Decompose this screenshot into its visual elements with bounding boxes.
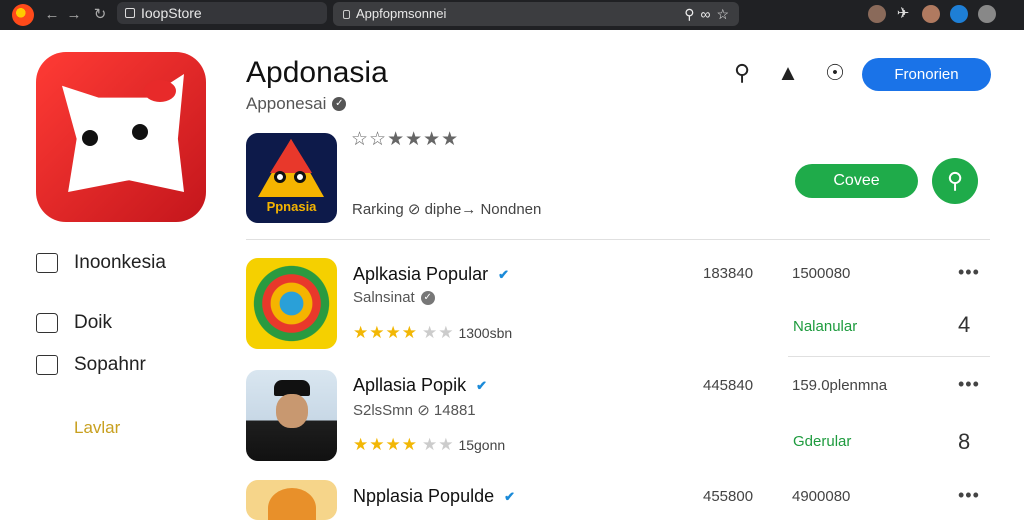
reload-icon[interactable]: ↻ [90,5,110,25]
arrow-box-icon [36,355,58,375]
divider [788,356,990,357]
featured-icon-label: Ppnasia [266,199,317,214]
lock-icon [343,9,350,19]
stat-downloads: 455800 [703,488,754,505]
extension-avatar-icon[interactable] [922,5,940,23]
forward-icon[interactable]: → [64,5,84,25]
face-shape [276,394,308,428]
tab-title: IoopStore [141,5,202,21]
more-options-icon[interactable]: ••• [958,262,980,283]
star-rating-filled: ★★★★ [353,435,418,454]
star-rating-filled: ★★★★ [353,323,418,342]
app-logo [36,52,206,222]
triangle-shape-inner [270,139,312,173]
verified-check-icon: ✔ [504,488,516,504]
developer-label: Apponesai [246,94,327,113]
address-bar[interactable]: Appfopmsonnei ⚲ ∞ ☆ [333,2,739,26]
cat-eye-right [132,124,148,140]
compass-icon[interactable]: ☉ [820,58,850,88]
stat-installs: 4900080 [792,488,851,505]
primary-action-button[interactable]: Fronorien [862,58,991,91]
ranking-text: Rarking ⊘ diphe→ Nondnen [352,201,542,218]
app-icon-row3[interactable] [246,480,337,520]
search-icon[interactable]: ⚲ [727,58,757,88]
sidebar-item-label: Sopahnr [74,354,146,375]
row-action-glyph[interactable]: 8 [958,429,970,455]
profile-avatar-icon[interactable] [868,5,886,23]
extension-plane-icon[interactable]: ✈ [894,5,912,23]
verified-check-icon: ✔ [476,377,487,393]
search-round-button[interactable]: ⚲ [932,158,978,204]
verified-badge-icon: ✓ [420,290,435,305]
browser-logo-icon[interactable] [12,4,34,26]
sidebar-footer-link[interactable]: Lavlar [74,418,120,438]
browser-tab[interactable]: IoopStore [117,2,327,24]
search-icon: ⚲ [946,168,964,193]
search-icon[interactable]: ⚲ [684,2,694,26]
stat-downloads: 183840 [703,265,754,282]
cat-bow-icon [144,80,176,102]
verified-badge-icon: ✓ [332,97,347,111]
list-item-subtitle: Salnsinat ✓ [353,289,435,306]
app-icon-row1[interactable] [246,258,337,349]
rating-stars[interactable]: ☆☆★★★★ [351,128,459,151]
status-label: Gderular [793,433,852,450]
divider [246,239,990,240]
bookmark-star-icon[interactable]: ☆ [716,2,729,26]
url-text: Appfopmsonnei [356,6,447,21]
tab-page-icon [125,8,135,18]
stat-installs: 159.0plenmna [792,377,888,394]
featured-eye-left [274,171,286,183]
verified-check-icon: ✔ [498,266,509,282]
sidebar-item-sopahnr[interactable]: Sopahnr [36,354,146,376]
browser-toolbar: ← → ↻ IoopStore Appfopmsonnei ⚲ ∞ ☆ ✈ [0,0,1024,30]
app-icon-row2[interactable] [246,370,337,461]
list-item-rating: ★★★★ ★★ 15gonn [353,435,505,455]
rating-count: 1300sbn [458,325,513,341]
featured-eye-right [294,171,306,183]
list-item-rating: ★★★★ ★★ 1300sbn [353,323,512,343]
fox-shape [268,488,316,520]
link-icon[interactable]: ∞ [700,2,710,26]
extension-globe-icon[interactable] [950,5,968,23]
stat-installs: 1500080 [792,265,851,282]
sidebar-item-home[interactable]: Doik [36,312,112,334]
row-action-glyph[interactable]: 4 [958,312,970,338]
row-title-text: Apllasia Popik [353,375,467,395]
home-icon [36,313,58,333]
status-label: Nalanular [793,318,858,335]
sidebar-item-indonesia[interactable]: Inoonkesia [36,252,166,274]
sidebar-item-label: Doik [74,312,113,333]
star-rating-empty: ★★ [421,435,455,454]
more-options-icon[interactable]: ••• [958,374,980,395]
row-title-text: Npplasia Populde [353,486,495,506]
developer-name[interactable]: Apponesai ✓ [246,94,347,114]
sidebar-item-label: Inoonkesia [74,252,166,273]
list-item-title[interactable]: Npplasia Populde ✔ [353,486,515,507]
account-icon[interactable] [978,5,996,23]
page-title: Apdonasia [246,56,388,89]
more-options-icon[interactable]: ••• [958,485,980,506]
list-item-title[interactable]: Apllasia Popik ✔ [353,375,487,396]
star-rating-empty: ★★ [421,323,455,342]
list-item-title[interactable]: Aplkasia Popular ✔ [353,264,509,285]
row-sub-text: Salnsinat [353,289,415,306]
bell-icon[interactable]: ▲ [773,58,803,88]
featured-app-icon[interactable]: Ppnasia [246,133,337,223]
cat-eye-left [82,130,98,146]
row-title-text: Aplkasia Popular [353,264,489,284]
back-icon[interactable]: ← [42,5,62,25]
stat-downloads: 445840 [703,377,754,394]
list-item-subtitle: S2lsSmn ⊘ 14881 [353,402,476,419]
install-button[interactable]: Covee [795,164,918,198]
rating-count: 15gonn [458,437,506,453]
image-icon [36,253,58,273]
